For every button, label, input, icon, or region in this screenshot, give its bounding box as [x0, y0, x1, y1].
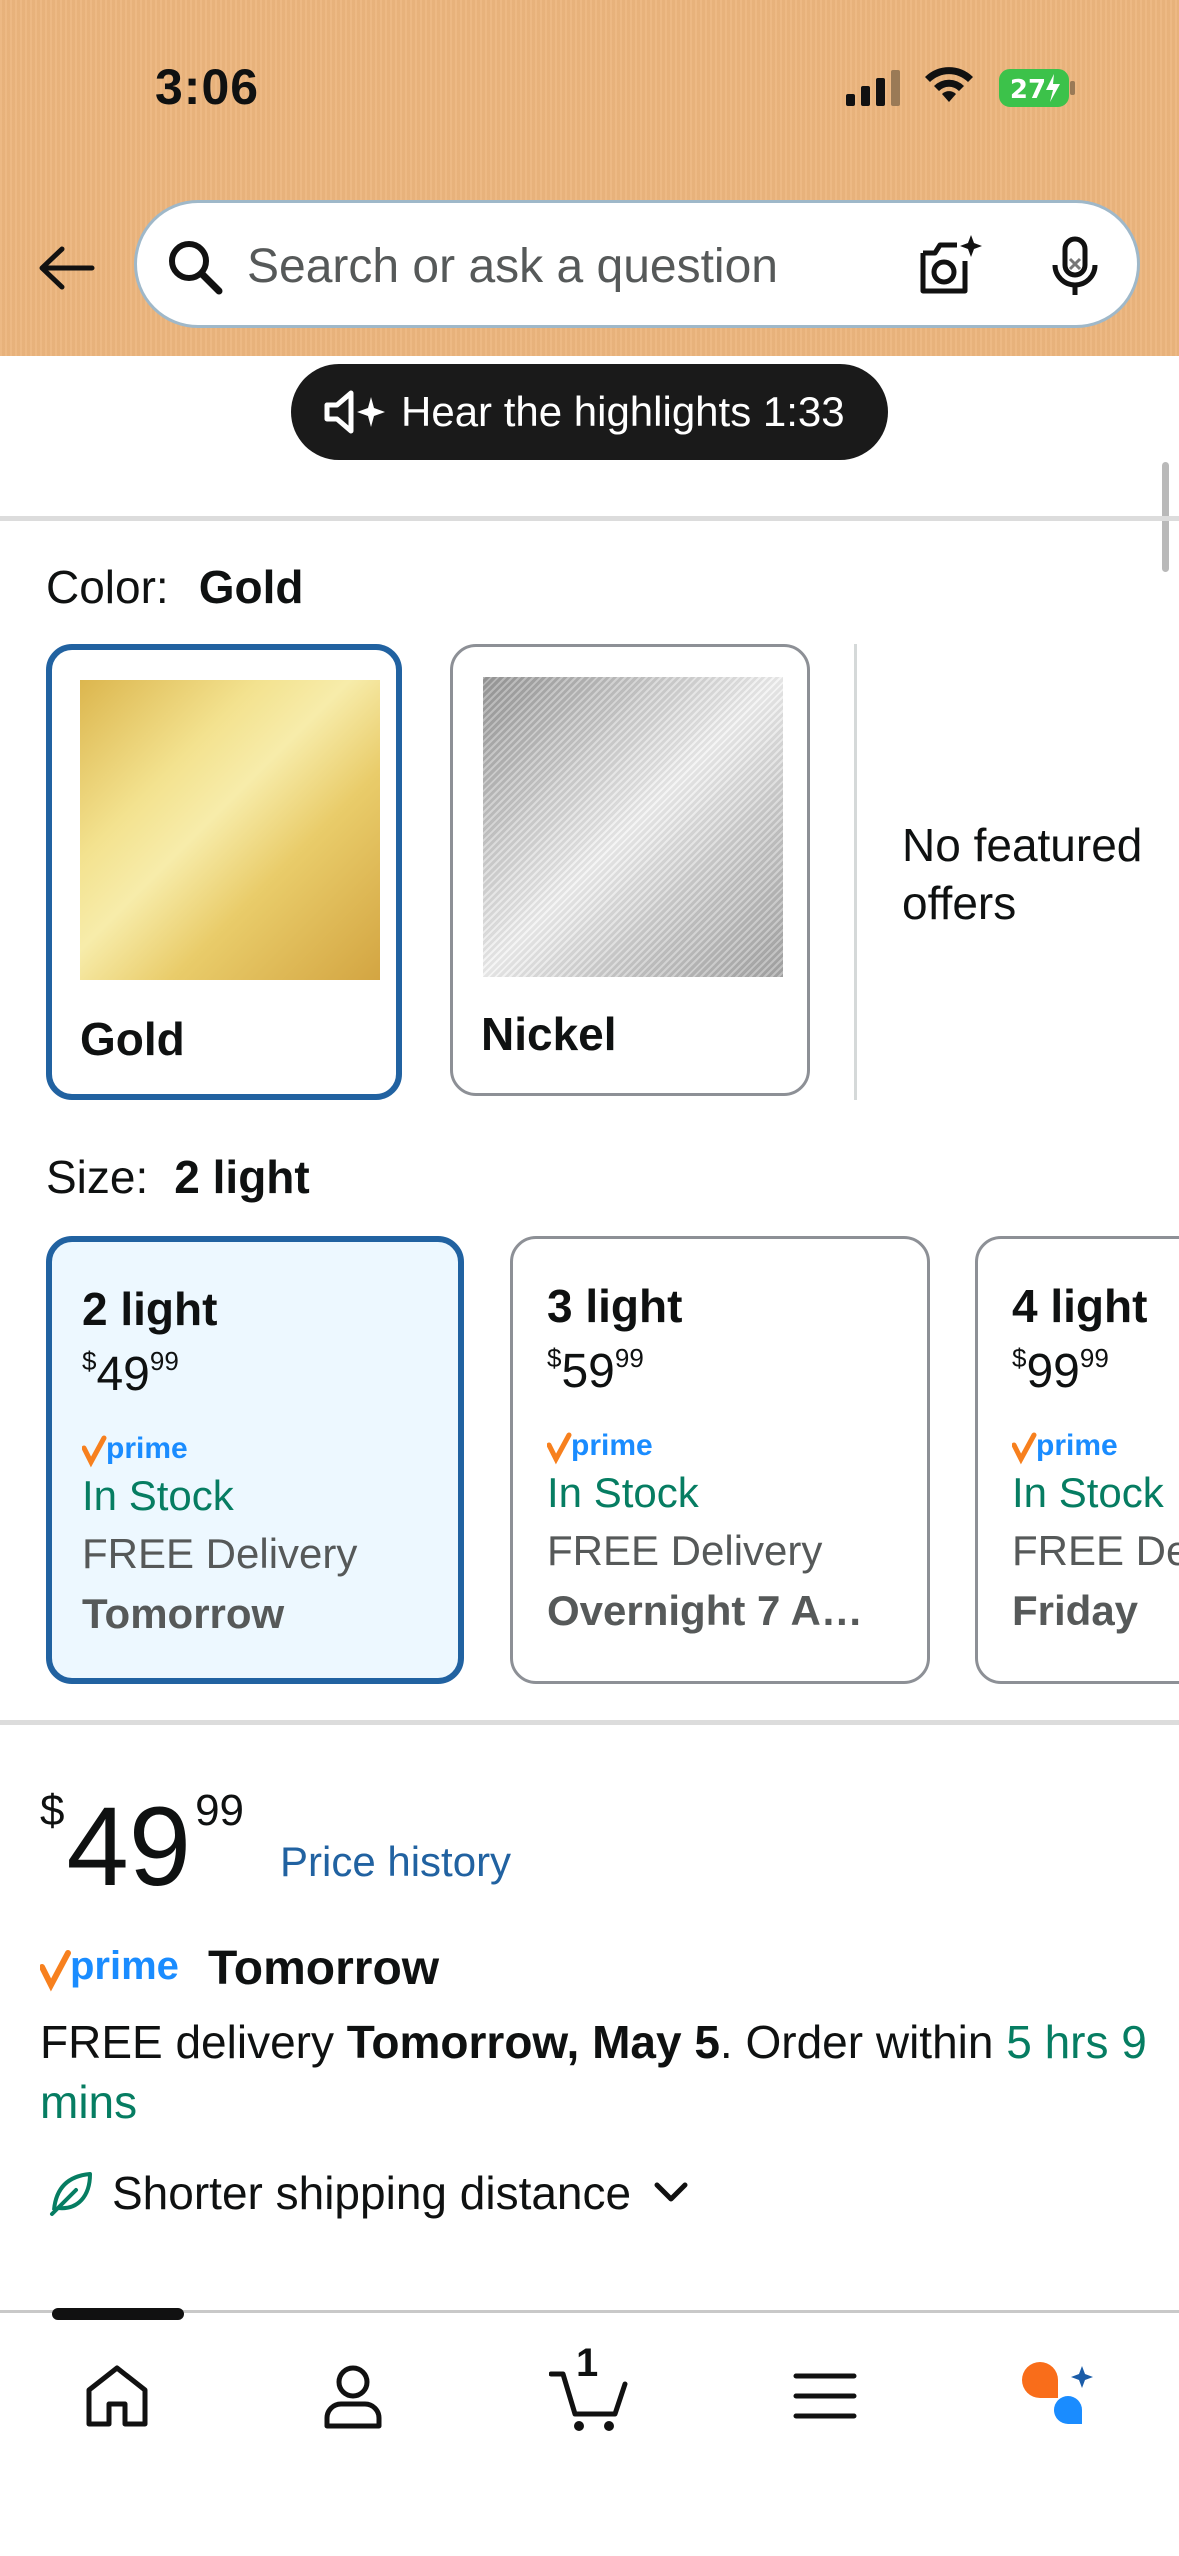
size-label: Size: 2 light [46, 1150, 310, 1204]
color-option-name: Gold [80, 1013, 185, 1065]
wifi-icon [925, 67, 973, 102]
size-option-name: 2 light [82, 1283, 218, 1335]
color-option-nickel[interactable]: Nickel [450, 644, 810, 1096]
prime-logo-icon: prime [40, 1944, 179, 1992]
no-featured-offers: No featured offers [902, 819, 1143, 929]
delivery-date: Tomorrow, May 5 [346, 2016, 720, 2068]
status-time: 3:06 [155, 59, 260, 115]
hear-highlights-button[interactable]: Hear the highlights 1:33 [291, 364, 888, 460]
shipping-label: Shorter shipping distance [112, 2167, 632, 2219]
nav-account[interactable] [308, 2351, 398, 2441]
nav-menu[interactable] [780, 2351, 870, 2441]
color-option-name: Nickel [481, 1008, 617, 1060]
delivery-day: Friday [1012, 1587, 1139, 1634]
top-handle-bar [52, 2308, 184, 2320]
svg-text:prime: prime [70, 1944, 179, 1988]
delivery-text: FREE Delivery [82, 1530, 358, 1577]
size-option-3-light[interactable]: 3 light $5999 prime In Stock FREE Delive… [510, 1236, 930, 1684]
search-bar[interactable] [134, 200, 1140, 328]
price-currency: $ [40, 1786, 65, 1835]
stock-status: In Stock [1012, 1469, 1164, 1516]
prime-delivery-badge: prime Tomorrow [40, 1938, 439, 1998]
prime-badge: prime [547, 1407, 927, 1467]
size-option-name: 3 light [547, 1280, 683, 1332]
nickel-swatch-image [483, 677, 783, 977]
delivery-day: Tomorrow [82, 1590, 285, 1637]
size-option-price: $5999 [547, 1343, 644, 1398]
search-icon [169, 241, 223, 295]
section-divider [0, 516, 1179, 521]
prime-logo-icon: prime [1012, 1429, 1118, 1465]
delivery-text: FREE Delivery [547, 1527, 823, 1574]
chevron-down-icon [654, 2182, 688, 2202]
price-dollars: 49 [66, 1784, 192, 1909]
stock-status: In Stock [547, 1469, 699, 1516]
size-option-4-light[interactable]: 4 light $9999 prime In Stock FREE Del Fr… [975, 1236, 1179, 1684]
search-input[interactable] [247, 229, 887, 303]
delivery-middle: . Order within [719, 2016, 1007, 2068]
home-icon [86, 2365, 148, 2427]
color-option-gold[interactable]: Gold [46, 644, 402, 1100]
svg-text:prime: prime [106, 1432, 188, 1465]
bottom-nav: 1 [0, 2310, 1179, 2556]
delivery-prefix: FREE delivery [40, 2016, 347, 2068]
color-label: Color: Gold [46, 560, 303, 614]
gold-swatch-image [80, 680, 380, 980]
prime-logo-icon: prime [547, 1429, 653, 1465]
header: 3:06 27 [0, 0, 1179, 356]
back-arrow-icon [39, 246, 95, 290]
hear-highlights-label: Hear the highlights 1:33 [401, 388, 845, 435]
color-selected-value: Gold [198, 561, 304, 613]
price-history-link[interactable]: Price history [280, 1838, 511, 1886]
nav-cart[interactable]: 1 [544, 2341, 634, 2441]
account-icon [324, 2365, 382, 2429]
size-option-price: $4999 [82, 1346, 179, 1401]
color-label-text: Color: [46, 561, 169, 613]
microphone-icon[interactable] [1039, 231, 1111, 303]
camera-search-icon[interactable] [913, 231, 985, 303]
prime-delivery-day: Tomorrow [208, 1941, 440, 1995]
delivery-message: FREE delivery Tomorrow, May 5. Order wit… [40, 2012, 1150, 2132]
price-cents: 99 [195, 1786, 245, 1835]
product-price: $4999 [40, 1782, 244, 1911]
size-option-name: 4 light [1012, 1280, 1148, 1332]
delivery-day: Overnight 7 A… [547, 1587, 863, 1634]
back-button[interactable] [30, 232, 102, 304]
size-option-price: $9999 [1012, 1343, 1109, 1398]
nav-rufus[interactable] [1014, 2351, 1104, 2441]
delivery-text: FREE Del [1012, 1527, 1179, 1574]
section-divider [0, 1720, 1179, 1725]
stock-status: In Stock [82, 1472, 234, 1519]
cart-count: 1 [576, 2341, 599, 2385]
menu-icon [793, 2373, 857, 2419]
size-selected-value: 2 light [174, 1151, 310, 1203]
battery-icon: 27 [999, 69, 1075, 107]
svg-text:prime: prime [1036, 1429, 1118, 1462]
svg-text:prime: prime [571, 1429, 653, 1462]
nav-home[interactable] [72, 2351, 162, 2441]
size-option-2-light[interactable]: 2 light $4999 prime In Stock FREE Delive… [46, 1236, 464, 1684]
vertical-divider [854, 644, 857, 1100]
prime-badge: prime [82, 1410, 458, 1470]
size-label-text: Size: [46, 1151, 149, 1203]
speaker-sparkle-icon [324, 390, 385, 434]
prime-logo-icon: prime [82, 1432, 188, 1468]
rufus-icon [1022, 2362, 1093, 2424]
battery-level: 27 [1010, 75, 1046, 105]
cell-signal-icon [846, 70, 900, 106]
shorter-shipping-toggle[interactable]: Shorter shipping distance [46, 2166, 691, 2220]
leaf-icon [50, 2172, 92, 2216]
prime-badge: prime [1012, 1407, 1179, 1467]
